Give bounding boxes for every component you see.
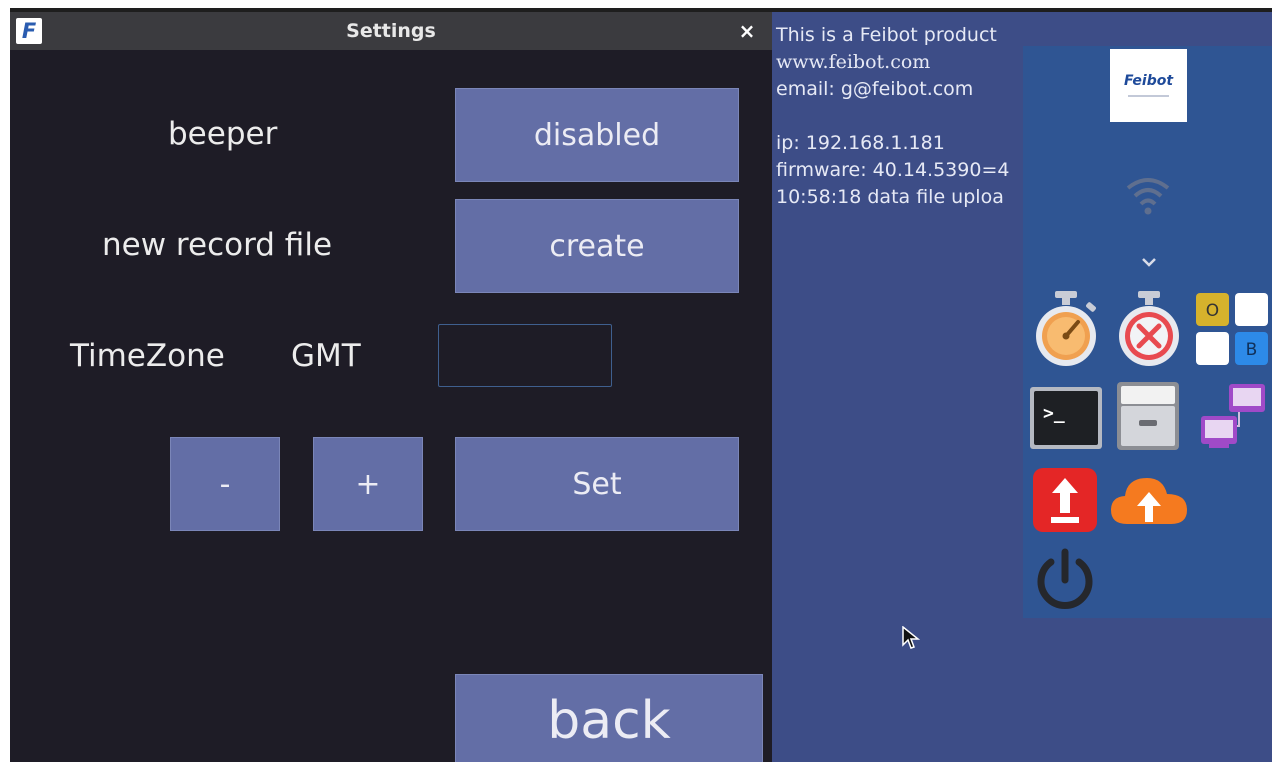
timezone-label: TimeZone <box>70 338 225 374</box>
cloud-upload-icon[interactable] <box>1109 470 1189 530</box>
beeper-label: beeper <box>168 116 278 152</box>
device-info-panel: This is a Feibot product www.feibot.com … <box>776 22 1009 211</box>
ip-text: ip: 192.168.1.181 <box>776 132 945 154</box>
set-timezone-button[interactable]: Set <box>455 437 739 531</box>
network-icon[interactable] <box>1199 380 1269 452</box>
close-button[interactable]: × <box>732 12 762 50</box>
desktop-screen: F Settings × beeper disabled new record … <box>10 8 1272 762</box>
terminal-icon[interactable]: >_ <box>1029 386 1103 450</box>
feibot-logo: Feibot <box>1110 49 1187 122</box>
beeper-toggle-button[interactable]: disabled <box>455 88 739 182</box>
website-text: www.feibot.com <box>776 51 931 73</box>
timezone-decrement-button[interactable]: - <box>170 437 280 531</box>
file-cabinet-icon[interactable] <box>1115 380 1181 452</box>
gmt-label: GMT <box>291 338 361 374</box>
wifi-icon[interactable] <box>1125 174 1171 218</box>
stopwatch-icon[interactable] <box>1031 289 1101 367</box>
upload-status-text: 10:58:18 data file uploa <box>776 186 1004 208</box>
terminal-prompt: >_ <box>1043 403 1065 424</box>
firmware-text: firmware: 40.14.5390=4 <box>776 159 1010 181</box>
timezone-offset-input[interactable] <box>438 324 612 387</box>
power-icon[interactable] <box>1031 546 1099 614</box>
window-title: Settings <box>346 20 436 42</box>
back-button[interactable]: back <box>455 674 763 762</box>
mouse-cursor-icon <box>902 626 920 649</box>
stopwatch-cancel-icon[interactable] <box>1114 289 1184 367</box>
chevron-down-icon[interactable] <box>1141 256 1157 268</box>
feibot-logo-text: Feibot <box>1123 73 1174 89</box>
timezone-increment-button[interactable]: + <box>313 437 423 531</box>
create-record-button[interactable]: create <box>455 199 739 293</box>
title-bar: F Settings × <box>10 12 772 50</box>
tile-letter-o: O <box>1206 301 1219 321</box>
upload-icon[interactable] <box>1032 467 1098 533</box>
settings-window: F Settings × beeper disabled new record … <box>10 12 772 762</box>
tile-letter-b: B <box>1246 340 1258 360</box>
product-text: This is a Feibot product <box>776 24 997 46</box>
ob-grid-icon[interactable]: O B <box>1195 292 1271 368</box>
launcher-dock: Feibot O B >_ <box>1023 46 1272 618</box>
new-record-file-label: new record file <box>102 227 333 263</box>
email-text: email: g@feibot.com <box>776 78 974 100</box>
